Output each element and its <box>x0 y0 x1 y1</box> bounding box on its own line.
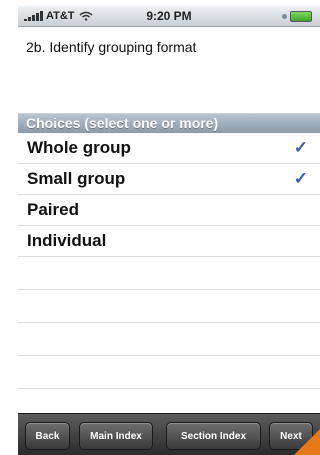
empty-row <box>18 356 320 389</box>
section-index-button[interactable]: Section Index <box>166 422 261 450</box>
choice-paired[interactable]: Paired <box>18 195 320 226</box>
phone-screen: AT&T 9:20 PM 2b. Identify grouping forma… <box>18 6 320 455</box>
choice-small-group[interactable]: Small group ✓ <box>18 164 320 195</box>
battery-icon <box>282 11 312 22</box>
choices-header: Choices (select one or more) <box>18 114 320 133</box>
choice-individual[interactable]: Individual <box>18 226 320 257</box>
bottom-toolbar: Back Main Index Section Index Next <box>18 413 320 455</box>
choice-label: Paired <box>27 200 79 219</box>
main-index-button[interactable]: Main Index <box>79 422 153 450</box>
checkmark-icon: ✓ <box>293 169 308 188</box>
choice-label: Small group <box>27 169 126 188</box>
empty-row <box>18 257 320 290</box>
page-curl-icon[interactable] <box>294 429 320 455</box>
status-bar: AT&T 9:20 PM <box>18 6 320 27</box>
question-text: 2b. Identify grouping format <box>18 27 320 114</box>
empty-row <box>18 290 320 323</box>
choice-label: Whole group <box>27 138 131 157</box>
choice-whole-group[interactable]: Whole group ✓ <box>18 133 320 164</box>
empty-row <box>18 323 320 356</box>
back-button[interactable]: Back <box>25 422 70 450</box>
choices-list: Whole group ✓ Small group ✓ Paired Indiv… <box>18 133 320 422</box>
status-time: 9:20 PM <box>146 9 192 23</box>
checkmark-icon: ✓ <box>293 138 308 157</box>
choice-label: Individual <box>27 231 107 250</box>
